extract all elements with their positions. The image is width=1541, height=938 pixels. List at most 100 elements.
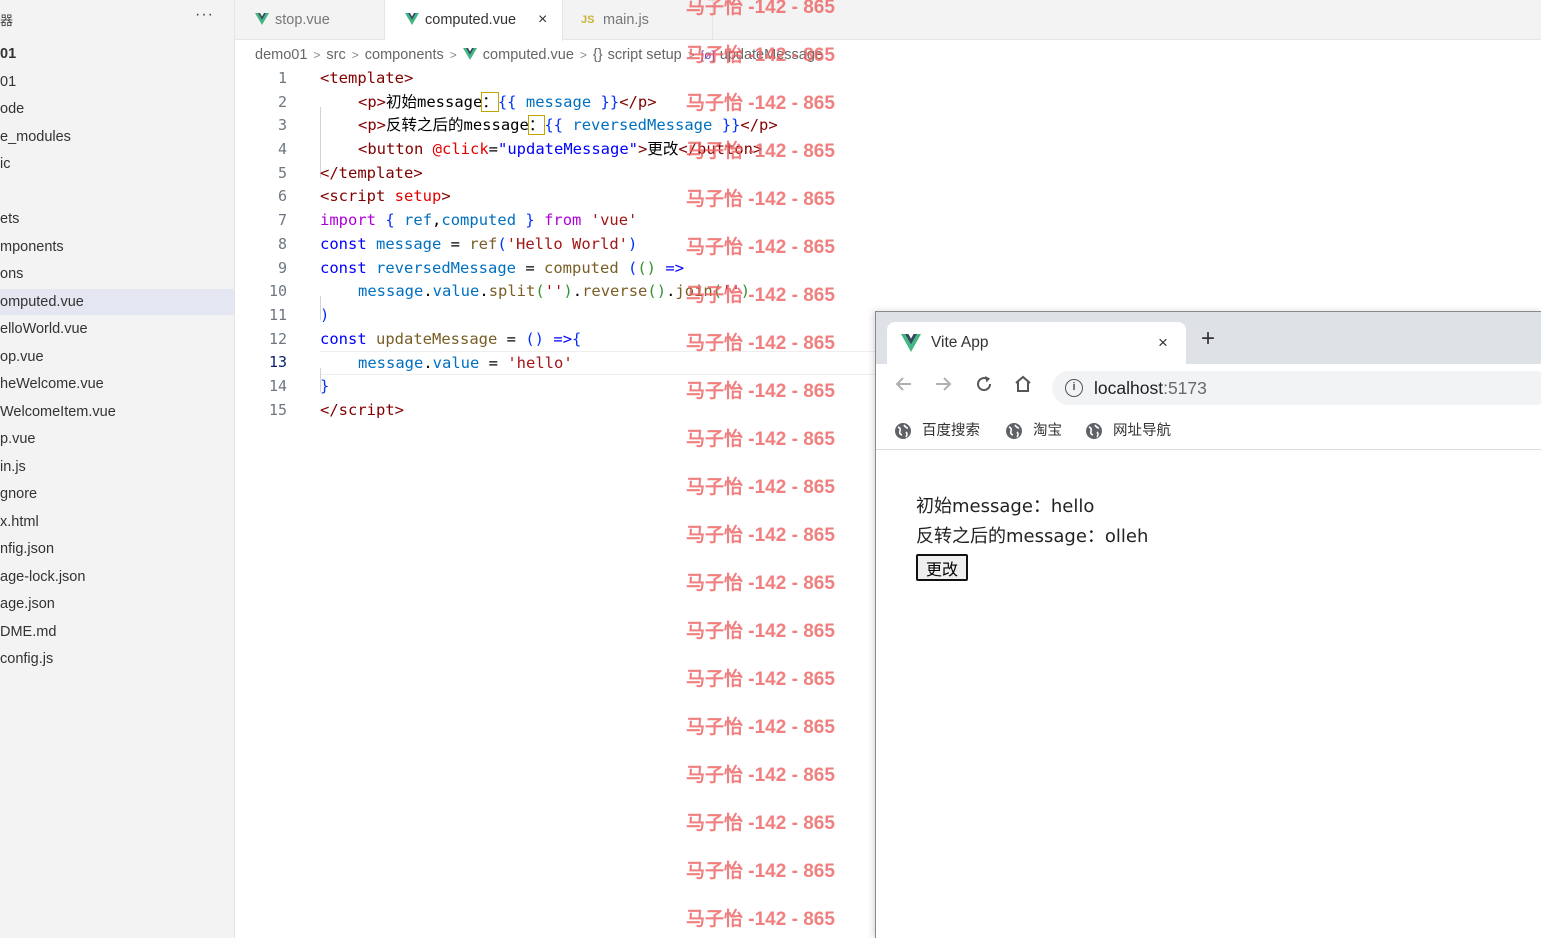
tab-computed-vue[interactable]: computed.vue × — [385, 0, 563, 41]
tree-item[interactable]: 01 — [0, 41, 234, 67]
tree-item[interactable]: mponents — [0, 234, 234, 260]
chevron-right-icon: > — [687, 48, 695, 62]
bookmark-nav[interactable]: 网址导航 — [1085, 420, 1171, 442]
tree-item[interactable]: ets — [0, 206, 234, 232]
tree-item[interactable]: 01 — [0, 69, 234, 95]
tree-item[interactable]: age.json — [0, 591, 234, 617]
tree-item-label: 01 — [0, 46, 17, 62]
code-line: message.value.split('').reverse().join('… — [320, 280, 880, 320]
change-button[interactable]: 更改 — [916, 554, 969, 581]
tree-item-label: heWelcome.vue — [0, 376, 104, 392]
url-port: :5173 — [1163, 378, 1207, 398]
breadcrumb-script-setup[interactable]: {} script setup — [593, 44, 682, 66]
breadcrumb-file[interactable]: computed.vue — [462, 44, 574, 66]
code-line: const reversedMessage = computed (() => — [320, 258, 685, 277]
tree-item-label: ode — [0, 101, 25, 117]
breadcrumb-demo01[interactable]: demo01 — [255, 44, 307, 66]
watermark-text: 马子怡 -142 - 865 — [686, 669, 835, 690]
code-line-current: message.value = 'hello' — [320, 351, 880, 392]
tree-item[interactable]: age-lock.json — [0, 564, 234, 590]
tree-item-label: omputed.vue — [0, 293, 84, 310]
tree-item-label: ic — [0, 156, 11, 172]
browser-titlebar: Vite App × + — [876, 312, 1541, 364]
forward-arrow-icon[interactable] — [931, 374, 955, 398]
tree-item-label: 01 — [0, 73, 17, 90]
line-number: 1 — [277, 69, 287, 87]
tab-stop-vue[interactable]: stop.vue — [235, 0, 385, 40]
tree-item-label: x.html — [0, 513, 39, 530]
watermark-text: 马子怡 -142 - 865 — [686, 621, 835, 642]
browser-toolbar: i localhost:5173 — [876, 364, 1541, 412]
bookmark-label: 百度搜索 — [922, 423, 980, 439]
code-line: <script setup> — [320, 187, 451, 206]
close-tab-icon[interactable]: × — [1158, 322, 1168, 364]
explorer-sidebar: 器 ··· 01 01 ode e_modulesic ets mponents ons om… — [0, 0, 235, 938]
tree-item[interactable]: WelcomeItem.vue — [0, 399, 234, 425]
tree-item[interactable]: ode — [0, 96, 234, 122]
info-icon[interactable]: i — [1065, 379, 1083, 397]
breadcrumb-update-message[interactable]: [ø] updateMessage — [701, 44, 823, 66]
tree-item[interactable]: elloWorld.vue — [0, 316, 234, 342]
tree-item[interactable]: in.js — [0, 454, 234, 480]
line-number: 3 — [277, 116, 287, 135]
tree-item[interactable]: DME.md — [0, 619, 234, 645]
tree-item[interactable] — [0, 179, 234, 205]
line-number: 13 — [268, 353, 287, 372]
tree-item[interactable]: omputed.vue — [0, 288, 234, 315]
chevron-right-icon: > — [579, 48, 587, 62]
code-line: <button @click="updateMessage">更改</butto… — [320, 138, 880, 178]
watermark-text: 马子怡 -142 - 865 — [686, 525, 835, 546]
bookmark-baidu[interactable]: 百度搜索 — [894, 420, 980, 442]
tree-item-label: mponents — [0, 238, 64, 255]
new-tab-button[interactable]: + — [1201, 324, 1215, 354]
vue-icon — [462, 48, 477, 60]
tree-item[interactable]: op.vue — [0, 344, 234, 370]
code-editor[interactable]: <template> <p>初始message：{{ message }}</p… — [320, 67, 880, 422]
tree-item[interactable]: x.html — [0, 509, 234, 535]
tree-item[interactable]: nfig.json — [0, 536, 234, 562]
tree-item[interactable]: p.vue — [0, 426, 234, 452]
tree-item[interactable]: ic — [0, 151, 234, 177]
tree-item-label: in.js — [0, 458, 26, 475]
breadcrumb-script-label: script setup — [607, 47, 682, 63]
tab-label: stop.vue — [275, 12, 330, 28]
chevron-right-icon: > — [449, 48, 457, 62]
code-line: ) — [320, 305, 330, 324]
close-icon[interactable]: × — [538, 0, 547, 40]
line-number: 14 — [268, 376, 287, 395]
tree-item[interactable]: gnore — [0, 481, 234, 507]
line-number: 7 — [277, 211, 287, 230]
browser-tab[interactable]: Vite App × — [887, 322, 1186, 364]
tab-main-js[interactable]: JS main.js — [563, 0, 713, 40]
tree-item[interactable]: config.js — [0, 646, 234, 672]
code-line: </script> — [320, 400, 404, 419]
line-number: 12 — [268, 329, 287, 348]
bookmark-taobao[interactable]: 淘宝 — [1005, 420, 1062, 442]
watermark-text: 马子怡 -142 - 865 — [686, 477, 835, 498]
line-number: 6 — [277, 187, 287, 206]
tree-item[interactable]: e_modules — [0, 124, 234, 150]
back-arrow-icon[interactable] — [892, 374, 916, 398]
address-bar[interactable]: i localhost:5173 — [1052, 371, 1541, 405]
url-host: localhost — [1094, 378, 1164, 398]
code-line: <p>反转之后的message：{{ reversedMessage }}</p… — [320, 114, 880, 155]
more-actions-icon[interactable]: ··· — [195, 6, 214, 24]
explorer-title: 器 — [0, 13, 14, 28]
tree-item[interactable]: heWelcome.vue — [0, 371, 234, 397]
home-icon[interactable] — [1011, 374, 1035, 398]
line-number: 4 — [277, 140, 287, 159]
line-number: 2 — [277, 92, 287, 111]
js-icon: JS — [581, 14, 595, 26]
breadcrumb-src[interactable]: src — [326, 44, 345, 66]
tree-item-label: ets — [0, 211, 20, 227]
bookmark-label: 网址导航 — [1113, 423, 1171, 439]
globe-icon — [1086, 423, 1102, 439]
watermark-text: 马子怡 -142 - 865 — [686, 813, 835, 834]
reload-icon[interactable] — [972, 374, 996, 398]
browser-tab-title: Vite App — [931, 334, 989, 351]
breadcrumb-components[interactable]: components — [365, 44, 444, 66]
tree-item-label: DME.md — [0, 623, 57, 640]
tree-item[interactable]: ons — [0, 261, 234, 287]
line-number: 11 — [268, 305, 287, 324]
url-text: localhost:5173 — [1094, 371, 1207, 405]
